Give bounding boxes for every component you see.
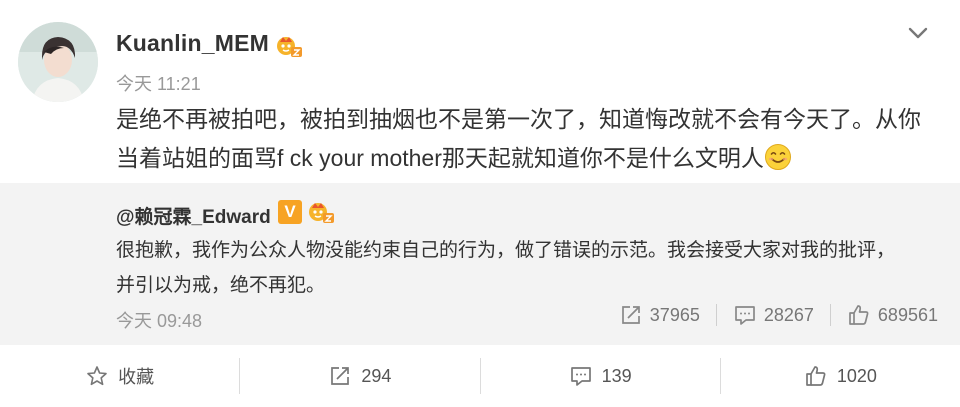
- post-timestamp[interactable]: 今天 11:21: [116, 70, 201, 96]
- original-comment-count: 28267: [763, 304, 814, 325]
- original-repost-stat[interactable]: 37965: [619, 303, 700, 327]
- original-timestamp[interactable]: 今天 09:48: [116, 307, 202, 333]
- comment-count: 139: [601, 365, 632, 386]
- weibo-post-card: Kuanlin_MEM 今天 11:21 是绝不再被拍吧，被拍到抽烟也不是第一次…: [0, 0, 960, 407]
- repost-icon: [621, 306, 640, 324]
- post-content-line: 是绝不再被拍吧，被拍到抽烟也不是第一次了，知道悔改就不会有今天了。从你: [116, 106, 921, 132]
- divider: [715, 304, 717, 326]
- comment-icon: [735, 306, 755, 325]
- favorite-label: 收藏: [118, 367, 155, 387]
- chevron-down-icon[interactable]: [905, 20, 931, 46]
- reposted-post[interactable]: @赖冠霖_Edward V 很抱歉，我作为公众人物没能约束自己的行为，做了错误的…: [0, 183, 960, 345]
- star-icon: [87, 366, 107, 386]
- original-stats: 37965 28267 689561: [619, 303, 938, 327]
- original-comment-stat[interactable]: 28267: [733, 303, 814, 327]
- favorite-button[interactable]: 收藏: [0, 345, 239, 407]
- original-like-stat[interactable]: 689561: [847, 303, 938, 327]
- post-author[interactable]: Kuanlin_MEM: [116, 30, 269, 57]
- post-content: 是绝不再被拍吧，被拍到抽烟也不是第一次了，知道悔改就不会有今天了。从你 当着站姐…: [116, 100, 926, 178]
- comment-button[interactable]: 139: [481, 345, 720, 407]
- repost-button[interactable]: 294: [240, 345, 479, 407]
- thumbs-up-icon: [805, 366, 826, 386]
- crown-badge-icon[interactable]: [306, 199, 336, 225]
- thumbs-up-icon: [849, 305, 869, 325]
- repost-count: 294: [361, 365, 392, 386]
- original-content-line: 并引以为戒，绝不再犯。: [116, 275, 326, 296]
- crown-badge-icon[interactable]: [274, 33, 304, 59]
- divider: [829, 304, 831, 326]
- action-bar: 收藏 294 139 1020: [0, 345, 960, 407]
- verified-badge-icon[interactable]: V: [278, 200, 302, 224]
- like-count: 1020: [836, 365, 877, 386]
- original-repost-count: 37965: [649, 304, 700, 325]
- post-content-line-text: 当着站姐的面骂f ck your mother那天起就知道你不是什么文明人: [116, 145, 764, 171]
- original-author[interactable]: @赖冠霖_Edward: [116, 202, 271, 229]
- post-content-line: 当着站姐的面骂f ck your mother那天起就知道你不是什么文明人: [116, 139, 926, 178]
- original-content-line: 很抱歉，我作为公众人物没能约束自己的行为，做了错误的示范。我会接受大家对我的批评…: [116, 240, 896, 261]
- smiley-emoji-icon: [764, 144, 791, 170]
- like-button[interactable]: 1020: [721, 345, 960, 407]
- avatar[interactable]: [18, 22, 98, 102]
- repost-icon: [331, 367, 350, 385]
- comment-icon: [570, 367, 591, 386]
- original-content: 很抱歉，我作为公众人物没能约束自己的行为，做了错误的示范。我会接受大家对我的批评…: [116, 233, 936, 303]
- original-like-count: 689561: [877, 304, 938, 325]
